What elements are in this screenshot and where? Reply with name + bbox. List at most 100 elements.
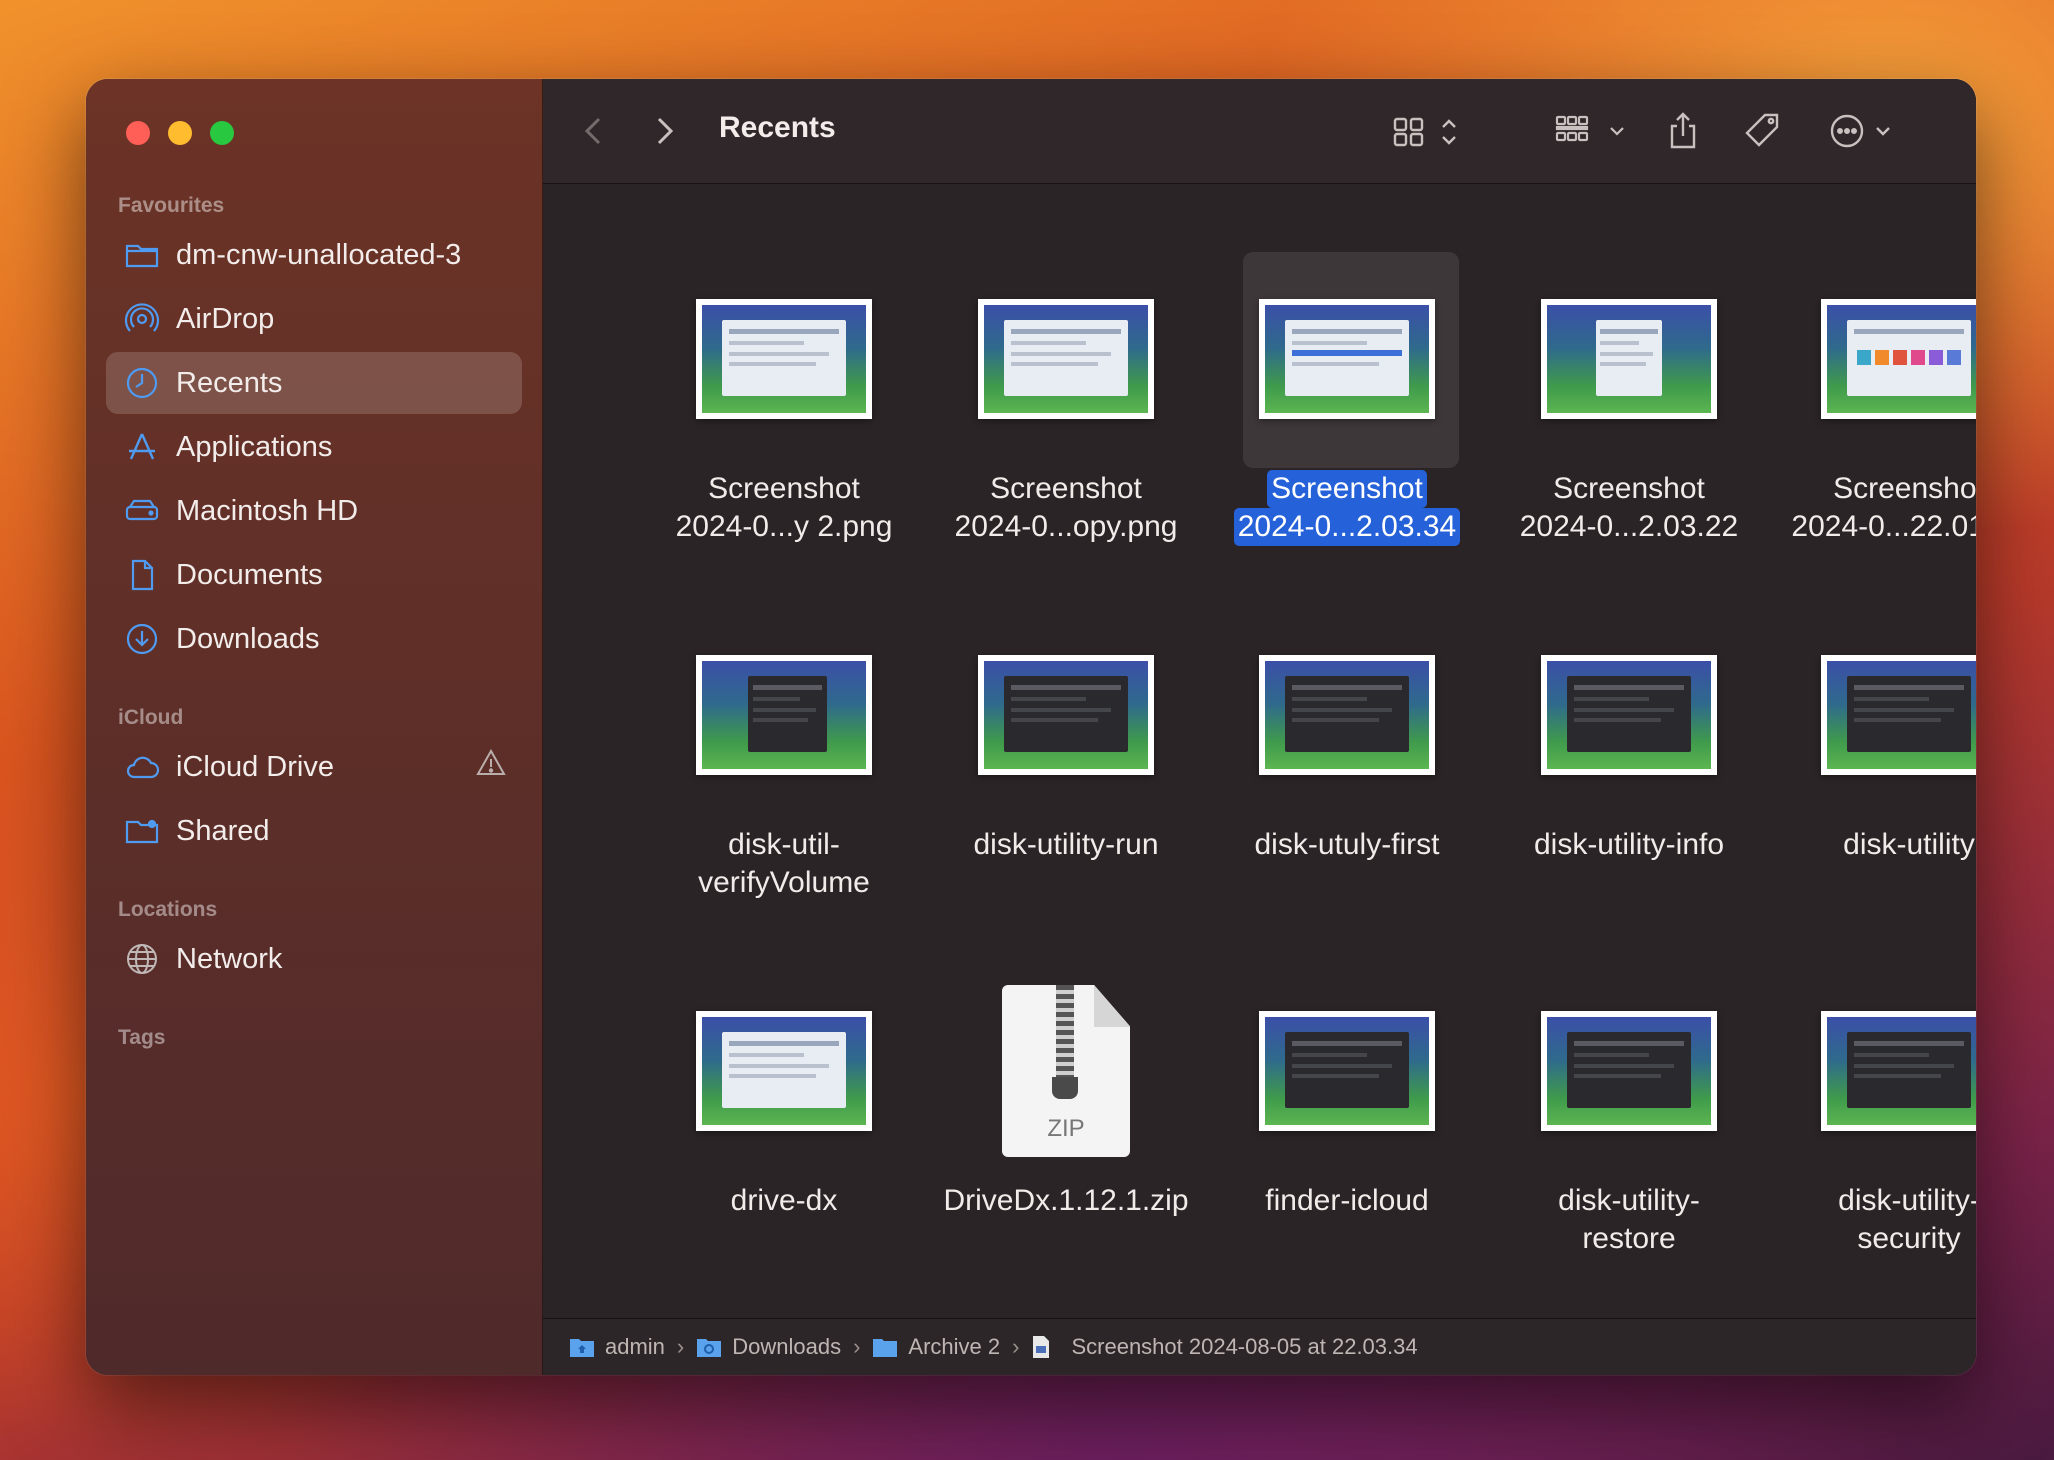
window-title: Recents: [719, 111, 836, 144]
file-name-label: Screenshot 2024-0...y 2.png: [675, 472, 893, 543]
share-button[interactable]: [1667, 109, 1699, 153]
file-name-label: Screenshot 2024-0...opy.png: [954, 472, 1178, 543]
file-tile[interactable]: Screenshot 2024-0...opy.png: [936, 264, 1196, 594]
file-tile[interactable]: disk-util-verifyVolume: [654, 620, 914, 950]
sidebar-item-label: Applications: [176, 430, 333, 463]
sidebar-item-shared[interactable]: Shared: [106, 800, 522, 862]
screenshot-preview-image: [978, 655, 1154, 775]
file-tile[interactable]: drive-dx: [654, 976, 914, 1306]
file-tile[interactable]: disk-utuly-first: [1217, 620, 1477, 950]
zoom-button[interactable]: [210, 121, 234, 145]
file-name-label: Screenshot2024-0...22.01.42: [1791, 472, 1976, 543]
file-thumbnail[interactable]: ZIP: [976, 976, 1156, 1166]
file-thumbnail[interactable]: [976, 264, 1156, 454]
file-tile[interactable]: disk-utility-security: [1779, 976, 1976, 1306]
home-folder-icon: [570, 1339, 594, 1357]
sidebar-item-label: Shared: [176, 814, 270, 847]
file-thumbnail[interactable]: [694, 264, 874, 454]
file-thumbnail[interactable]: [976, 620, 1156, 810]
screenshot-preview-image: [1259, 655, 1435, 775]
sidebar-item-recents[interactable]: Recents: [106, 352, 522, 414]
disk-icon: [122, 491, 162, 531]
file-tile[interactable]: disk-utility-run: [936, 620, 1196, 950]
downloads-folder-icon: [697, 1339, 722, 1357]
file-tile[interactable]: Screenshot 2024-0...2.03.34: [1217, 252, 1477, 594]
clock-icon: [122, 363, 162, 403]
file-thumbnail[interactable]: [1539, 620, 1719, 810]
file-thumbnail[interactable]: [1257, 620, 1437, 810]
zip-label: ZIP: [1047, 1115, 1085, 1142]
sidebar-item-network[interactable]: Network: [106, 928, 522, 990]
sidebar-item-icloud-drive[interactable]: iCloud Drive: [106, 736, 522, 798]
file-tile[interactable]: disk-utility: [1779, 620, 1976, 950]
file-thumbnail[interactable]: [1819, 976, 1976, 1166]
ellipsis-circle-icon: [1830, 114, 1890, 148]
file-tile[interactable]: disk-utility-restore: [1499, 976, 1759, 1306]
screenshot-preview-image: [696, 1011, 872, 1131]
file-name-label: disk-utility: [1843, 828, 1975, 861]
icon-view-icon: [1393, 117, 1456, 147]
path-crumb-admin[interactable]: admin ›: [569, 1334, 696, 1360]
tag-button[interactable]: [1743, 109, 1783, 153]
back-button[interactable]: [581, 109, 605, 153]
sidebar-item-label: Downloads: [176, 622, 320, 655]
download-icon: [122, 619, 162, 659]
sidebar: Favourites dm-cnw-unallocated-3 AirDrop …: [86, 79, 543, 1375]
screenshot-preview-image: [1259, 1011, 1435, 1131]
sidebar-item-label: Network: [176, 942, 283, 975]
file-name-label: disk-utility-info: [1533, 828, 1725, 861]
sidebar-item-label: Recents: [176, 366, 283, 399]
file-thumbnail[interactable]: [1819, 620, 1976, 810]
globe-icon: [122, 939, 162, 979]
finder-window: Favourites dm-cnw-unallocated-3 AirDrop …: [86, 79, 1976, 1375]
sidebar-item-applications[interactable]: Applications: [106, 416, 522, 478]
section-icloud: iCloud: [118, 706, 184, 729]
chevron-left-icon: [584, 117, 601, 145]
file-name-label: disk-util-verifyVolume: [698, 828, 870, 899]
screenshot-preview-image: [696, 655, 872, 775]
share-icon: [1670, 112, 1696, 149]
file-tile[interactable]: Screenshot 2024-0...y 2.png: [654, 264, 914, 594]
screenshot-preview-image: [1821, 655, 1976, 775]
file-tile[interactable]: disk-utility-info: [1499, 620, 1759, 950]
file-thumbnail[interactable]: [1257, 264, 1437, 454]
sidebar-item-airdrop[interactable]: AirDrop: [106, 288, 522, 350]
image-file-icon: [1033, 1336, 1050, 1358]
folder-icon: [122, 235, 162, 275]
file-thumbnail[interactable]: [1539, 976, 1719, 1166]
sidebar-item-downloads[interactable]: Downloads: [106, 608, 522, 670]
sidebar-item-documents[interactable]: Documents: [106, 544, 522, 606]
path-bar: admin › Downloads › Archive 2 › Screensh…: [543, 1318, 1976, 1375]
file-name-label: Screenshot 2024-0...2.03.34: [1217, 470, 1477, 546]
file-thumbnail[interactable]: [694, 620, 874, 810]
path-crumb-file[interactable]: Screenshot 2024-08-05 at 22.03.34: [1031, 1334, 1418, 1360]
shared-folder-icon: [122, 811, 162, 851]
path-crumb-downloads[interactable]: Downloads ›: [696, 1334, 872, 1360]
file-tile[interactable]: Screenshot 2024-0...2.03.22: [1499, 264, 1759, 594]
file-thumbnail[interactable]: [694, 976, 874, 1166]
sidebar-item-label: Documents: [176, 558, 323, 591]
forward-button[interactable]: [653, 109, 677, 153]
file-thumbnail[interactable]: [1257, 976, 1437, 1166]
tag-icon: [1745, 113, 1779, 147]
file-name-label: disk-utility-security: [1838, 1184, 1976, 1255]
file-tile[interactable]: ZIP DriveDx.1.12.1.zip: [936, 976, 1196, 1306]
screenshot-preview-image: [1541, 655, 1717, 775]
file-thumbnail[interactable]: [1819, 264, 1976, 454]
group-button[interactable]: [1555, 109, 1631, 153]
close-button[interactable]: [126, 121, 150, 145]
folder-icon: [873, 1339, 898, 1357]
minimize-button[interactable]: [168, 121, 192, 145]
screenshot-preview-image: [696, 299, 872, 419]
view-mode-button[interactable]: [1393, 109, 1465, 153]
file-tile[interactable]: finder-icloud: [1217, 976, 1477, 1306]
file-name-label: Screenshot 2024-0...2.03.22: [1519, 472, 1739, 543]
more-actions-button[interactable]: [1829, 109, 1905, 153]
file-tile[interactable]: Screenshot2024-0...22.01.42: [1779, 264, 1976, 594]
file-thumbnail[interactable]: [1539, 264, 1719, 454]
airdrop-icon: [122, 299, 162, 339]
warning-icon[interactable]: [476, 748, 506, 786]
sidebar-item-dm-cnw-unallocated-3[interactable]: dm-cnw-unallocated-3: [106, 224, 522, 286]
path-crumb-archive-2[interactable]: Archive 2 ›: [872, 1334, 1031, 1360]
sidebar-item-macintosh-hd[interactable]: Macintosh HD: [106, 480, 522, 542]
